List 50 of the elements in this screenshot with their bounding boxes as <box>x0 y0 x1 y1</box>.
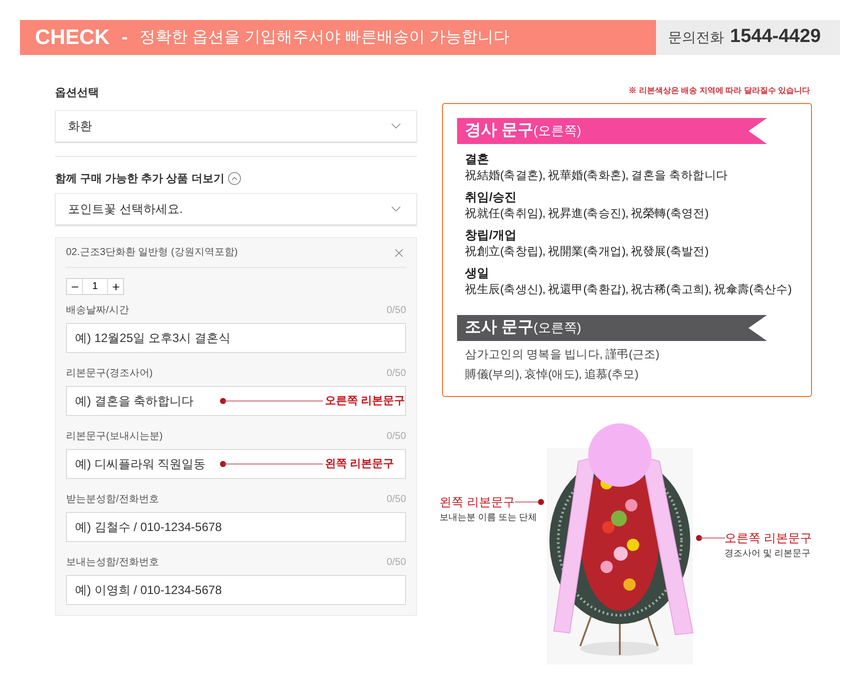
occasion-heading: 생일 <box>465 265 490 282</box>
field-label: 리본문구(경조사어) <box>66 367 153 381</box>
text-input[interactable]: 예) 디씨플라워 직원일동 <box>67 450 219 478</box>
occasion-heading: 취임/승진 <box>465 189 518 206</box>
ribbon-color-notice: ※ 리본색상은 배송 지역에 따라 달라질수 있습니다 <box>628 85 810 97</box>
separator: - <box>122 26 128 49</box>
section-label: 함께 구매 가능한 추가 상품 더보기 <box>55 172 224 186</box>
char-counter: 0/50 <box>386 556 406 570</box>
phrase-text: 삼가고인의 명복을 빕니다, 謹弔(근조) <box>465 348 660 363</box>
occasion-heading: 결혼 <box>465 151 490 168</box>
text-input[interactable]: 예) 12월25일 오후3시 결혼식 <box>67 324 406 352</box>
addon-dropdown[interactable]: 포인트꽃 선택하세요. <box>55 193 418 225</box>
leader-line <box>515 498 546 506</box>
text-input[interactable]: 예) 이영희 / 010-1234-5678 <box>67 576 406 604</box>
field-label: 배송날짜/시간 <box>66 304 129 318</box>
text-input[interactable]: 예) 김철수 / 010-1234-5678 <box>67 513 406 541</box>
section-banner: 조사 문구(오른쪽) <box>457 315 768 341</box>
char-counter: 0/50 <box>386 367 406 381</box>
field-label: 받는분성함/전화번호 <box>66 493 159 507</box>
option-dropdown[interactable]: 화환 <box>55 110 418 142</box>
phrase-text: 賻儀(부의), 哀悼(애도), 追慕(추모) <box>465 367 640 383</box>
ribbon-annotation: 오른쪽 리본문구 <box>325 394 406 409</box>
phrase-text: 祝生辰(축생신), 祝還甲(축환갑), 祝古稀(축고희), 祝傘壽(축산수) <box>465 282 792 298</box>
occasion-heading: 창립/개업 <box>465 227 518 244</box>
ribbon-caption: 보내는분 이름 또는 단체 <box>440 511 538 524</box>
phrase-text: 祝就任(축취임), 祝昇進(축승진), 祝榮轉(축영전) <box>465 206 710 222</box>
ribbon-caption: 경조사어 및 리본문구 <box>724 547 811 560</box>
char-counter: 0/50 <box>386 430 406 444</box>
field-label: 보내는성함/전화번호 <box>66 556 159 570</box>
ribbon-label: 왼쪽 리본문구 <box>440 494 516 511</box>
ribbon-annotation: 왼쪽 리본문구 <box>325 456 394 472</box>
phone-number: 1544-4429 <box>730 25 821 50</box>
leader-line <box>694 534 725 542</box>
section-banner: 경사 문구(오른쪽) <box>457 118 768 144</box>
input-field[interactable]: 예) 결혼을 축하합니다 오른쪽 리본문구 <box>66 386 406 416</box>
phrase-text: 祝結婚(축결혼), 祝華婚(축화혼), 결혼을 축하합니다 <box>465 168 729 184</box>
input-field[interactable]: 예) 디씨플라워 직원일동 왼쪽 리본문구 <box>66 449 406 479</box>
section-label: 옵션선택 <box>55 86 100 101</box>
collapse-toggle[interactable] <box>228 172 242 186</box>
product-title: 02.근조3단화환 일반형 (강원지역포함) <box>66 246 238 260</box>
plus-icon <box>110 282 120 292</box>
char-counter: 0/50 <box>386 493 406 507</box>
ribbon-label: 오른쪽 리본문구 <box>724 530 812 547</box>
text-input[interactable]: 예) 결혼을 축하합니다 <box>67 387 219 415</box>
char-counter: 0/50 <box>386 304 406 318</box>
check-title: CHECK <box>35 24 110 51</box>
header-message: 정확한 옵션을 기입해주서야 빠른배송이 가능합니다 <box>140 28 510 48</box>
phone-label: 문의전화 <box>668 28 724 47</box>
field-label: 리본문구(보내시는분) <box>66 430 163 444</box>
phrase-text: 祝創立(축창립), 祝開業(축개업), 祝發展(축발전) <box>465 244 710 260</box>
